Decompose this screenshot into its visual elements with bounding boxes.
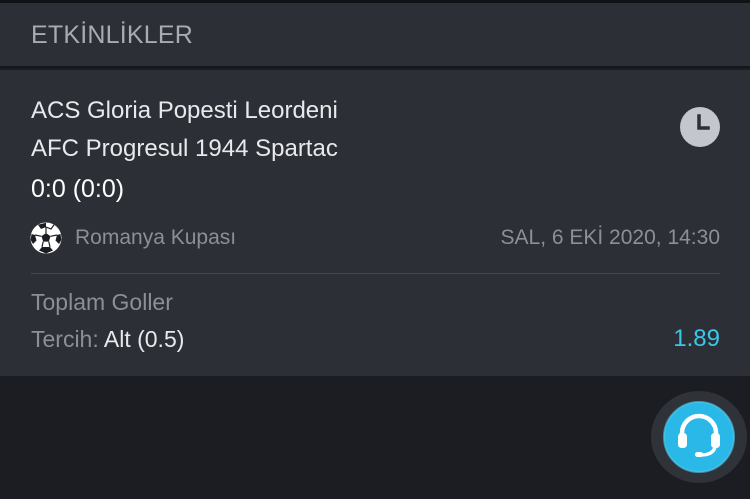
event-card[interactable]: ACS Gloria Popesti Leordeni AFC Progresu… [0,70,750,376]
clock-icon [680,107,720,147]
event-date: SAL, 6 EKİ 2020, 14:30 [500,226,721,249]
selection-label: Tercih: [31,326,99,352]
section-title: ETKİNLİKLER [31,21,193,49]
soccer-ball-icon [30,222,62,254]
support-button[interactable] [651,391,747,483]
selection-row: Tercih: Alt (0.5) [31,326,184,353]
match-score: 0:0 (0:0) [31,175,125,203]
headset-icon [663,401,735,473]
divider [31,273,720,274]
league-name: Romanya Kupası [75,226,237,249]
odds-value: 1.89 [673,325,720,352]
market-name: Toplam Goller [31,289,173,315]
home-team-name: ACS Gloria Popesti Leordeni [31,97,338,124]
section-header: ETKİNLİKLER [0,0,750,68]
away-team-name: AFC Progresul 1944 Spartac [31,135,338,162]
selection-value: Alt (0.5) [103,326,185,352]
